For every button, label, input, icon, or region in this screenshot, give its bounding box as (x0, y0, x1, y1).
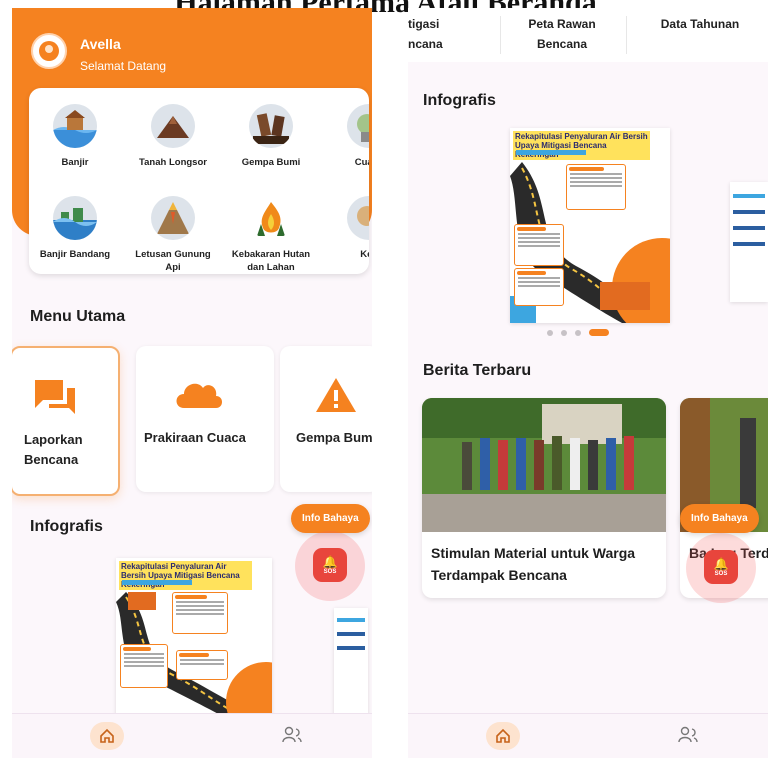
category-label: Kek (360, 249, 369, 260)
bell-icon: 🔔 (713, 556, 729, 571)
infografis-title: Infografis (423, 92, 496, 109)
infographic-bar (337, 618, 365, 622)
category-label: Tanah Longsor (139, 157, 207, 168)
news-title: Stimulan Material untuk Warga Terdampak … (431, 545, 636, 583)
sos-label: SOS (714, 570, 728, 577)
volcano-icon (151, 196, 195, 240)
user-icon (39, 41, 59, 61)
infographic-bar (733, 242, 765, 246)
infographic-box (514, 224, 564, 266)
home-screen-scrolled-phone: tigasi ncana Peta Rawan Bencana Data Tah… (408, 8, 768, 758)
infographic-title: Rekapitulasi Penyaluran Air Bersih Upaya… (513, 131, 650, 160)
category-label: Banjir Bandang (39, 249, 111, 260)
drought-icon (347, 196, 369, 240)
infographic-box (176, 650, 228, 680)
category-banjir-bandang[interactable]: Banjir Bandang (29, 196, 121, 261)
bell-icon: 🔔 (322, 554, 338, 569)
news-photo (422, 398, 666, 532)
bottom-navigation (12, 713, 372, 758)
infographic-bar (337, 646, 365, 650)
infografis-title: Infografis (30, 518, 103, 535)
bottom-navigation (408, 713, 768, 758)
tab-mitigasi-bencana[interactable]: tigasi ncana (408, 14, 443, 54)
menu-label: Laporkan Bencana (24, 432, 83, 467)
category-label: Kebakaran Hutan dan Lahan (231, 249, 311, 273)
carousel-dot[interactable] (561, 329, 567, 336)
tab-divider (500, 16, 501, 54)
infographic-bar (733, 210, 765, 214)
disaster-category-grid: Banjir Tanah Longsor Gempa Bumi Cuaca B (29, 88, 369, 274)
category-label: Gempa Bumi (241, 157, 301, 168)
infographic-bar (337, 632, 365, 636)
flash-flood-icon (53, 196, 97, 240)
infographic-card[interactable]: Rekapitulasi Penyaluran Air Bersih Upaya… (116, 558, 272, 718)
home-icon (496, 728, 510, 743)
category-tanah-longsor[interactable]: Tanah Longsor (127, 104, 219, 169)
carousel-indicator (547, 329, 609, 336)
tab-divider (626, 16, 627, 54)
warning-icon (316, 378, 356, 412)
sos-button[interactable]: 🔔 SOS (313, 548, 347, 582)
people-icon[interactable] (282, 726, 302, 744)
carousel-dot-active[interactable] (589, 329, 609, 336)
avatar[interactable] (31, 33, 67, 69)
feature-tabs: tigasi ncana Peta Rawan Bencana Data Tah… (408, 8, 768, 62)
infographic-box (120, 644, 168, 688)
infographic-box (514, 268, 564, 306)
info-bahaya-button[interactable]: Info Bahaya (680, 504, 759, 533)
infographic-card-next[interactable] (730, 182, 768, 302)
people-icon[interactable] (678, 726, 698, 744)
menu-laporkan-bencana[interactable]: Laporkan Bencana (12, 346, 120, 496)
infographic-bar (733, 226, 765, 230)
tab-data-tahunan[interactable]: Data Tahunan (652, 14, 748, 34)
infographic-card[interactable]: Rekapitulasi Penyaluran Air Bersih Upaya… (510, 128, 670, 323)
home-screen-phone: Avella Selamat Datang Banjir Tanah Longs… (12, 8, 372, 758)
earthquake-icon (249, 104, 293, 148)
forest-fire-icon (249, 196, 293, 240)
sos-button[interactable]: 🔔 SOS (704, 550, 738, 584)
chat-icon (35, 380, 75, 414)
news-card[interactable]: Stimulan Material untuk Warga Terdampak … (422, 398, 666, 598)
cloud-icon (176, 383, 222, 408)
greeting-text: Selamat Datang (80, 59, 167, 73)
infographic-box (172, 592, 228, 634)
category-kebakaran-hutan[interactable]: Kebakaran Hutan dan Lahan (225, 196, 317, 274)
infographic-bar (733, 194, 765, 198)
menu-label: Gempa Bumi (296, 430, 372, 445)
infographic-box (566, 164, 626, 210)
home-icon (100, 728, 114, 743)
category-label: Cuaca (354, 157, 369, 168)
weather-icon (347, 104, 369, 148)
menu-label: Prakiraan Cuaca (144, 430, 246, 445)
nav-home[interactable] (486, 722, 520, 750)
category-label: Banjir (61, 157, 89, 168)
sos-label: SOS (323, 568, 337, 575)
carousel-dot[interactable] (547, 329, 553, 336)
info-bahaya-button[interactable]: Info Bahaya (291, 504, 370, 533)
landslide-icon (151, 104, 195, 148)
infographic-subtitle-bar (122, 580, 192, 585)
user-name: Avella (80, 36, 121, 52)
nav-home[interactable] (90, 722, 124, 750)
tab-peta-rawan-bencana[interactable]: Peta Rawan Bencana (512, 14, 612, 54)
infographic-title: Rekapitulasi Penyaluran Air Bersih Upaya… (119, 561, 252, 590)
berita-terbaru-title: Berita Terbaru (423, 362, 532, 379)
carousel-dot[interactable] (575, 329, 581, 336)
menu-prakiraan-cuaca[interactable]: Prakiraan Cuaca (136, 346, 274, 492)
category-label: Letusan Gunung Api (135, 249, 211, 273)
menu-gempa-bumi[interactable]: Gempa Bumi (280, 346, 372, 492)
flood-icon (53, 104, 97, 148)
infographic-card-next[interactable] (334, 608, 368, 718)
category-gempa-bumi[interactable]: Gempa Bumi (225, 104, 317, 169)
category-kekeringan[interactable]: Kek (323, 196, 369, 261)
category-banjir[interactable]: Banjir (29, 104, 121, 169)
category-cuaca[interactable]: Cuaca (323, 104, 369, 169)
category-letusan-gunung-api[interactable]: Letusan Gunung Api (127, 196, 219, 274)
menu-utama-title: Menu Utama (30, 308, 126, 325)
infographic-subtitle-bar (516, 150, 586, 155)
